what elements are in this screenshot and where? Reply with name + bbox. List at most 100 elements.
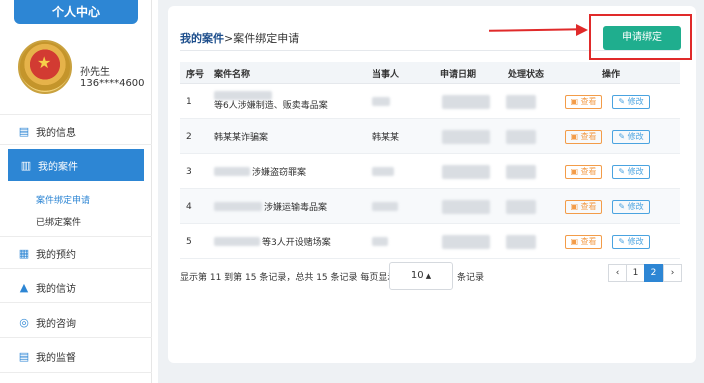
sidebar-item-label: 我的预约 [36,249,76,261]
edit-icon: ✎ [618,97,626,106]
edit-icon: ✎ [618,202,626,211]
redacted-text [372,97,390,106]
breadcrumb-separator: > [224,32,234,45]
edit-label: 修改 [627,132,644,141]
pagination-suffix: 条记录 [457,273,485,283]
sidebar: 个人中心 孙先生 136****4600 ▤ 我的信息 ▥ 我的案件 案件绑定申… [0,0,152,383]
status-cell [506,189,536,224]
apply-bind-button[interactable]: 申请绑定 [603,26,681,50]
view-label: 查看 [580,97,597,106]
sidebar-item-my-appointments[interactable]: ▦ 我的预约 [0,240,152,266]
divider [0,337,152,338]
party-cell [372,224,388,259]
redacted-text [442,129,490,144]
edit-button[interactable]: ✎ 修改 [612,200,650,214]
edit-label: 修改 [627,97,644,106]
page-1-button[interactable]: 1 [626,264,645,282]
apply-date-cell [442,224,490,259]
view-label: 查看 [580,202,597,211]
divider [0,144,152,145]
table-row: 5 等3人开设赌场案 ▣ 查看 ✎ 修改 [180,224,680,259]
edit-button[interactable]: ✎ 修改 [612,130,650,144]
divider [0,268,152,269]
column-header-case-name: 案件名称 [214,70,251,80]
book-icon: ▥ [20,158,32,172]
redacted-text [506,234,536,249]
case-name: 等6人涉嫌制造、贩卖毒品案 [214,101,328,111]
sidebar-item-my-supervision[interactable]: ▤ 我的监督 [0,343,152,369]
edit-button[interactable]: ✎ 修改 [612,95,650,109]
case-name: 涉嫌运输毒品案 [264,203,328,213]
sidebar-subitem-bound-cases[interactable]: 已绑定案件 [36,215,81,228]
row-number: 2 [186,131,192,142]
column-header-actions: 操作 [602,70,621,80]
page-2-button[interactable]: 2 [644,264,663,282]
sidebar-item-my-consultations[interactable]: ◎ 我的咨询 [0,309,152,335]
id-card-icon: ▤ [18,349,30,363]
page-size-value: 10 [410,270,424,281]
edit-icon: ✎ [618,132,626,141]
column-header-status: 处理状态 [508,70,545,80]
status-cell [506,224,536,259]
id-card-icon: ▤ [18,124,30,138]
prev-page-button[interactable]: ‹ [608,264,627,282]
page-size-select[interactable]: 10 ▲ [389,262,453,290]
row-number: 1 [186,96,192,107]
chat-icon: ◎ [19,315,29,329]
sidebar-item-label: 我的案件 [38,161,78,173]
redacted-text [214,202,262,211]
view-icon: ▣ [570,132,578,141]
case-name: 等3人开设赌场案 [262,238,331,248]
edit-button[interactable]: ✎ 修改 [612,235,650,249]
table-header: 序号 案件名称 当事人 申请日期 处理状态 操作 [180,62,680,84]
case-name: 韩某某诈骗案 [214,133,269,143]
edit-button[interactable]: ✎ 修改 [612,165,650,179]
case-name-cell: 涉嫌运输毒品案 [214,189,327,224]
case-name-cell: 等3人开设赌场案 [214,224,331,259]
annotation-arrow-head [576,24,588,36]
view-icon: ▣ [570,97,578,106]
view-button[interactable]: ▣ 查看 [565,165,602,179]
redacted-text [372,237,388,246]
edit-icon: ✎ [618,237,626,246]
view-button[interactable]: ▣ 查看 [565,95,602,109]
divider [0,114,152,115]
user-name: 孙先生 [80,67,110,78]
table-row: 3 涉嫌盗窃罪案 ▣ 查看 ✎ 修改 [180,154,680,189]
redacted-text [506,94,536,109]
sidebar-item-my-petitions[interactable]: ▲ 我的信访 [0,274,152,300]
breadcrumb-root[interactable]: 我的案件 [180,32,224,45]
row-number: 3 [186,166,192,177]
apply-date-cell [442,189,490,224]
pagination-summary: 显示第 11 到第 15 条记录，总共 15 条记录 每页显示 [180,273,397,283]
case-name: 涉嫌盗窃罪案 [252,168,307,178]
view-label: 查看 [580,237,597,246]
view-icon: ▣ [570,167,578,176]
sidebar-title: 个人中心 [14,0,138,24]
redacted-text [506,129,536,144]
sidebar-item-label: 我的信息 [36,127,76,139]
column-header-party: 当事人 [372,70,400,80]
table-row: 4 涉嫌运输毒品案 ▣ 查看 ✎ 修改 [180,189,680,224]
view-button[interactable]: ▣ 查看 [565,130,602,144]
calendar-icon: ▦ [18,246,30,260]
party-cell [372,84,390,119]
next-page-button[interactable]: › [663,264,682,282]
sidebar-subitem-bind-apply[interactable]: 案件绑定申请 [36,193,90,206]
redacted-text [214,167,250,176]
redacted-text [442,234,490,249]
apply-date-cell [442,119,490,154]
user-phone: 136****4600 [80,78,145,89]
divider [0,236,152,237]
redacted-text [442,164,490,179]
sidebar-item-my-cases[interactable]: ▥ 我的案件 [8,149,144,181]
row-number: 4 [186,201,192,212]
divider [0,302,152,303]
sidebar-item-label: 我的信访 [36,283,76,295]
view-label: 查看 [580,167,597,176]
case-name-cell: 涉嫌盗窃罪案 [214,154,306,189]
sidebar-item-my-info[interactable]: ▤ 我的信息 [0,118,152,144]
view-button[interactable]: ▣ 查看 [565,200,602,214]
redacted-text [372,167,394,176]
view-button[interactable]: ▣ 查看 [565,235,602,249]
